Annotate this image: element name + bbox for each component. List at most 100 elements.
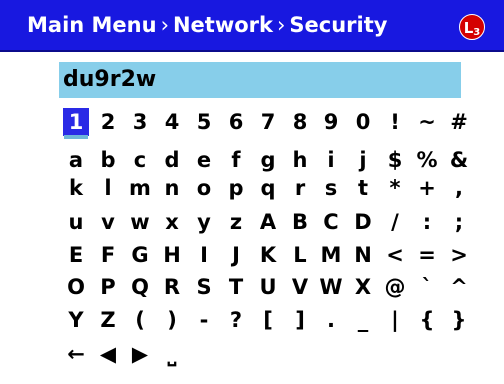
key[interactable]: 3 — [127, 108, 153, 136]
key[interactable]: V — [287, 273, 313, 301]
key[interactable]: 7 — [255, 108, 281, 136]
key[interactable]: n — [159, 174, 185, 202]
key[interactable]: F — [95, 241, 121, 269]
key[interactable]: > — [446, 241, 472, 269]
key[interactable]: 1 — [63, 108, 89, 139]
key[interactable]: j — [350, 146, 376, 174]
key[interactable]: h — [287, 146, 313, 174]
key[interactable]: z — [223, 208, 249, 236]
key[interactable]: r — [287, 174, 313, 202]
key[interactable]: U — [255, 273, 281, 301]
key[interactable]: 8 — [287, 108, 313, 136]
key[interactable]: E — [63, 241, 89, 269]
key[interactable]: | — [382, 306, 408, 334]
key[interactable]: ^ — [446, 273, 472, 301]
key[interactable]: } — [446, 306, 472, 334]
key[interactable]: , — [446, 174, 472, 202]
key[interactable]: k — [63, 174, 89, 202]
key[interactable]: ! — [382, 108, 408, 136]
key[interactable]: W — [318, 273, 344, 301]
key[interactable]: R — [159, 273, 185, 301]
key[interactable]: x — [159, 208, 185, 236]
breadcrumb-network[interactable]: Network — [173, 13, 273, 37]
key[interactable]: S — [191, 273, 217, 301]
key[interactable]: ; — [446, 208, 472, 236]
key[interactable]: ( — [127, 306, 153, 334]
key[interactable]: % — [414, 146, 440, 174]
key[interactable]: ] — [287, 306, 313, 334]
key[interactable]: T — [223, 273, 249, 301]
key[interactable]: 9 — [318, 108, 344, 136]
cursor-right-key[interactable]: ▶ — [127, 340, 153, 368]
key[interactable]: m — [127, 174, 153, 202]
key[interactable]: # — [446, 108, 472, 136]
key[interactable]: { — [414, 306, 440, 334]
key[interactable]: p — [223, 174, 249, 202]
key[interactable]: q — [255, 174, 281, 202]
key[interactable]: C — [318, 208, 344, 236]
key[interactable]: G — [127, 241, 153, 269]
key[interactable]: 0 — [350, 108, 376, 136]
key[interactable]: c — [127, 146, 153, 174]
key[interactable]: 4 — [159, 108, 185, 136]
key[interactable]: y — [191, 208, 217, 236]
key[interactable]: * — [382, 174, 408, 202]
key[interactable]: H — [159, 241, 185, 269]
key[interactable]: ) — [159, 306, 185, 334]
key[interactable]: u — [63, 208, 89, 236]
key[interactable]: 6 — [223, 108, 249, 136]
key[interactable]: 5 — [191, 108, 217, 136]
key[interactable]: N — [350, 241, 376, 269]
key[interactable]: b — [95, 146, 121, 174]
key[interactable]: I — [191, 241, 217, 269]
key[interactable]: J — [223, 241, 249, 269]
key[interactable]: w — [127, 208, 153, 236]
backspace-key[interactable]: ← — [63, 340, 89, 368]
key[interactable]: a — [63, 146, 89, 174]
key[interactable]: t — [350, 174, 376, 202]
key[interactable]: . — [318, 306, 344, 334]
key[interactable]: Q — [127, 273, 153, 301]
key[interactable]: _ — [350, 306, 376, 334]
key[interactable]: v — [95, 208, 121, 236]
key[interactable]: < — [382, 241, 408, 269]
key[interactable]: d — [159, 146, 185, 174]
password-input[interactable]: du9r2w — [59, 62, 461, 98]
security-keyboard-screen: Main Menu › Network › Security L3 du9r2w 123… — [0, 0, 504, 384]
key[interactable]: Y — [63, 306, 89, 334]
key[interactable]: g — [255, 146, 281, 174]
key[interactable]: B — [287, 208, 313, 236]
key[interactable]: e — [191, 146, 217, 174]
key[interactable]: l — [95, 174, 121, 202]
key[interactable]: $ — [382, 146, 408, 174]
key[interactable]: L — [287, 241, 313, 269]
title-bar: Main Menu › Network › Security L3 — [0, 0, 504, 52]
key[interactable]: A — [255, 208, 281, 236]
breadcrumb-main-menu[interactable]: Main Menu — [27, 13, 157, 37]
key[interactable]: & — [446, 146, 472, 174]
key[interactable]: P — [95, 273, 121, 301]
key[interactable]: [ — [255, 306, 281, 334]
key[interactable]: s — [318, 174, 344, 202]
key[interactable]: Z — [95, 306, 121, 334]
key[interactable]: D — [350, 208, 376, 236]
space-key[interactable]: ⎵ — [159, 340, 185, 368]
key[interactable]: @ — [382, 273, 408, 301]
key[interactable]: i — [318, 146, 344, 174]
key[interactable]: ` — [414, 273, 440, 301]
key[interactable]: 2 — [95, 108, 121, 136]
cursor-left-key[interactable]: ◀ — [95, 340, 121, 368]
key[interactable]: f — [223, 146, 249, 174]
key[interactable]: : — [414, 208, 440, 236]
key[interactable]: = — [414, 241, 440, 269]
key[interactable]: - — [191, 306, 217, 334]
key[interactable]: o — [191, 174, 217, 202]
key[interactable]: X — [350, 273, 376, 301]
key[interactable]: / — [382, 208, 408, 236]
key[interactable]: ? — [223, 306, 249, 334]
key[interactable]: ~ — [414, 108, 440, 136]
key[interactable]: + — [414, 174, 440, 202]
key[interactable]: K — [255, 241, 281, 269]
key[interactable]: O — [63, 273, 89, 301]
key[interactable]: M — [318, 241, 344, 269]
